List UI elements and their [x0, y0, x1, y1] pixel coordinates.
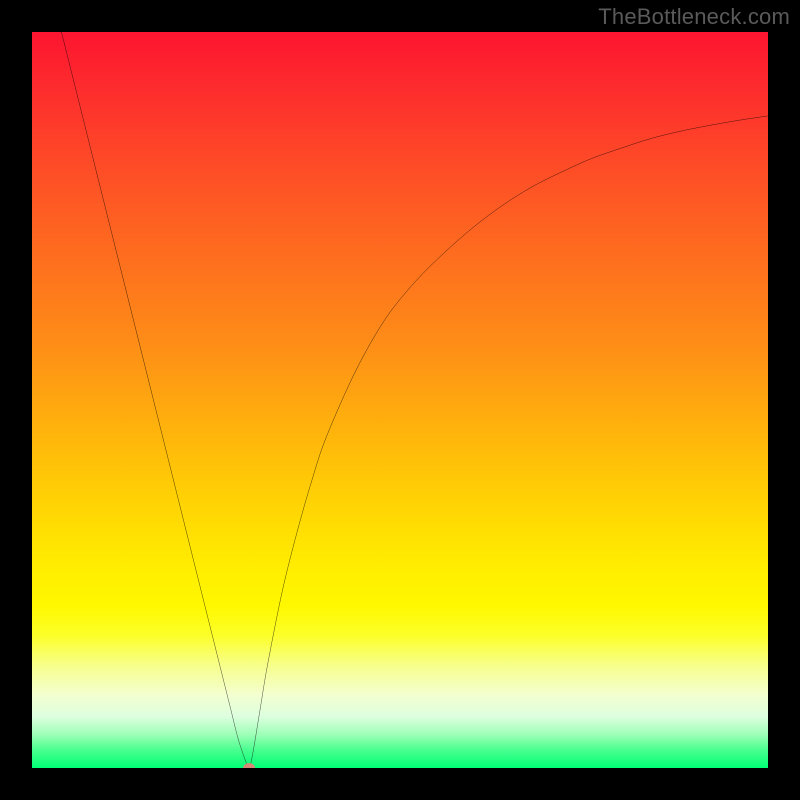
chart-frame	[0, 0, 800, 800]
frame-right	[768, 0, 800, 800]
frame-left	[0, 0, 32, 800]
frame-bottom	[0, 768, 800, 800]
watermark-text: TheBottleneck.com	[598, 4, 790, 30]
